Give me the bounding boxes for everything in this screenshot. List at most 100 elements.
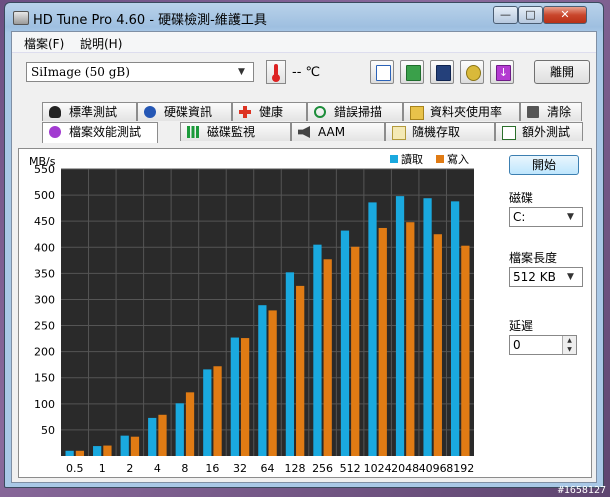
bar-read — [175, 403, 184, 456]
y-axis-label: MB/s — [29, 155, 56, 168]
bar-chart-icon — [187, 126, 199, 138]
x-tick-label: 4096 — [419, 462, 447, 475]
tab-error-scan[interactable]: 錯誤掃描 — [307, 102, 403, 121]
file-size-select-value: 512 KB — [513, 270, 556, 284]
x-tick-label: 16 — [205, 462, 219, 475]
x-tick-label: 0.5 — [66, 462, 84, 475]
delay-spinner-value: 0 — [513, 338, 521, 352]
bulb-icon — [49, 106, 61, 118]
bar-read — [395, 196, 405, 456]
tab-file-benchmark[interactable]: 檔案效能測試 — [42, 122, 158, 143]
client-area: 檔案(F) 說明(H) SiImage (50 gB) ▼ -- ℃ ↓ 離開 … — [11, 31, 597, 483]
file-size-select[interactable]: 512 KB ▼ — [509, 267, 583, 287]
minimize-button[interactable]: — — [493, 6, 518, 24]
app-window: HD Tune Pro 4.60 - 硬碟檢測-維護工具 — □ ✕ 檔案(F)… — [4, 2, 604, 488]
tab-extra-tests[interactable]: 額外測試 — [495, 122, 583, 141]
bar-read — [120, 435, 129, 456]
disk-select[interactable]: C: ▼ — [509, 207, 583, 227]
bar-read — [258, 305, 267, 456]
menu-help[interactable]: 說明(H) — [80, 35, 122, 52]
bar-write — [213, 366, 222, 456]
bar-write — [158, 414, 167, 456]
tab-folder-usage[interactable]: 資料夾使用率 — [403, 102, 520, 121]
x-tick-label: 64 — [261, 462, 275, 475]
speaker-icon — [298, 126, 310, 138]
y-tick-label: 200 — [34, 346, 55, 359]
y-tick-label: 50 — [41, 424, 55, 437]
x-tick-label: 512 — [340, 462, 361, 475]
copy-info-button[interactable] — [370, 60, 394, 84]
disk-label: 磁碟 — [509, 191, 534, 205]
tab-health[interactable]: 健康 — [232, 102, 307, 121]
tab-row-1: 標準測試 硬碟資訊 健康 錯誤掃描 資料夾使用率 清除 — [42, 102, 598, 121]
save-button[interactable] — [430, 60, 454, 84]
legend-swatch-read — [390, 155, 398, 163]
tab-row-2: 檔案效能測試 磁碟監視 AAM 隨機存取 額外測試 — [42, 122, 598, 143]
toolbar: SiImage (50 gB) ▼ -- ℃ ↓ 離開 — [12, 54, 596, 90]
copy-icon — [376, 65, 391, 81]
folder-icon — [410, 106, 424, 120]
down-arrow-icon: ↓ — [496, 65, 511, 81]
bar-read — [450, 201, 460, 456]
start-button[interactable]: 開始 — [509, 155, 579, 175]
x-tick-label: 32 — [233, 462, 247, 475]
chevron-down-icon: ▼ — [567, 272, 574, 282]
info-icon — [144, 106, 156, 118]
spinner-arrows-icon[interactable]: ▲ ▼ — [562, 336, 576, 354]
maximize-button[interactable]: □ — [518, 6, 543, 24]
bar-read — [368, 202, 377, 456]
x-tick-label: 8192 — [446, 462, 474, 475]
tab-benchmark[interactable]: 標準測試 — [42, 102, 137, 121]
benchmark-panel: 50 100 150 200 250 300 350 400 450 500 550 MB/s 0.5 1… — [18, 148, 592, 478]
y-tick-label: 100 — [34, 398, 55, 411]
legend-swatch-write — [436, 155, 444, 163]
file-size-label: 檔案長度 — [509, 251, 558, 265]
tab-erase[interactable]: 清除 — [520, 102, 582, 121]
bar-write — [130, 436, 140, 456]
bar-write — [75, 450, 85, 456]
tab-disk-monitor[interactable]: 磁碟監視 — [180, 122, 291, 141]
copy-image-icon — [406, 65, 421, 81]
x-tick-label: 1 — [99, 462, 106, 475]
download-button[interactable]: ↓ — [490, 60, 514, 84]
exit-button[interactable]: 離開 — [534, 60, 590, 84]
close-button[interactable]: ✕ — [543, 6, 587, 24]
thermometer-icon — [266, 60, 286, 84]
menu-file[interactable]: 檔案(F) — [24, 35, 64, 52]
title-bar[interactable]: HD Tune Pro 4.60 - 硬碟檢測-維護工具 — □ ✕ — [5, 3, 603, 31]
bar-read — [423, 198, 432, 457]
delay-label: 延遲 — [509, 319, 534, 333]
y-tick-label: 350 — [34, 267, 55, 280]
tab-aam[interactable]: AAM — [291, 122, 385, 141]
copy-screenshot-button[interactable] — [400, 60, 424, 84]
bar-read — [93, 446, 102, 456]
drive-select[interactable]: SiImage (50 gB) ▼ — [26, 62, 254, 82]
bar-read — [313, 244, 322, 456]
bar-write — [433, 234, 442, 456]
tab-info[interactable]: 硬碟資訊 — [137, 102, 232, 121]
menu-bar: 檔案(F) 說明(H) — [12, 32, 596, 53]
delay-spinner[interactable]: 0 ▲ ▼ — [509, 335, 577, 355]
options-button[interactable] — [460, 60, 484, 84]
y-tick-label: 400 — [34, 241, 55, 254]
y-tick-label: 450 — [34, 215, 55, 228]
drive-select-value: SiImage (50 gB) — [31, 65, 130, 79]
bar-write — [323, 259, 332, 456]
x-tick-label: 2048 — [391, 462, 419, 475]
bar-write — [296, 285, 305, 456]
file-benchmark-icon — [49, 126, 61, 138]
bar-read — [230, 337, 239, 456]
bar-write — [240, 338, 250, 456]
x-tick-label: 4 — [154, 462, 161, 475]
bar-write — [351, 246, 360, 456]
bar-read — [285, 272, 295, 456]
bar-write — [103, 445, 112, 456]
bar-write — [461, 245, 470, 456]
trash-icon — [527, 106, 539, 118]
bar-write — [406, 222, 415, 456]
magnifier-icon — [314, 106, 326, 118]
bar-write — [378, 227, 387, 456]
app-icon[interactable] — [13, 11, 29, 25]
tab-random-access[interactable]: 隨機存取 — [385, 122, 495, 141]
extra-tests-icon — [502, 126, 516, 140]
